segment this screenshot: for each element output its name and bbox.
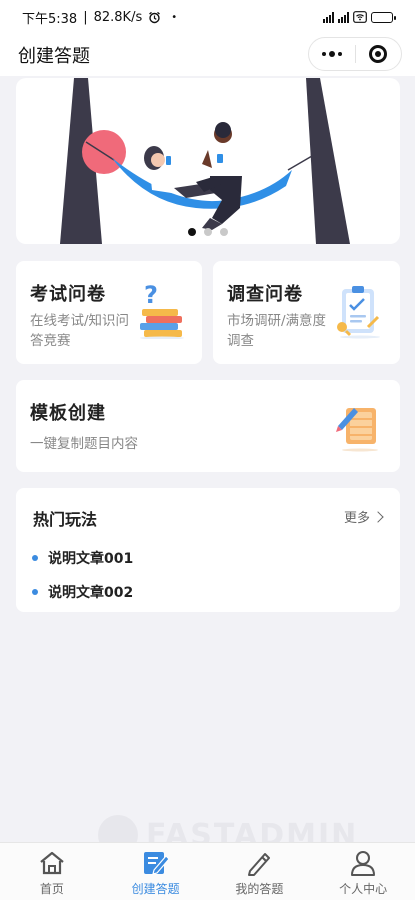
survey-card-title: 调查问卷 — [227, 284, 303, 305]
hot-item-label: 说明文章001 — [48, 551, 134, 567]
books-question-icon: ? — [140, 281, 184, 339]
tab-home-label: 首页 — [39, 882, 64, 896]
tab-bar: 首页 创建答题 我的答题 个人中心 — [0, 842, 415, 900]
carousel-indicators — [16, 228, 400, 236]
home-icon — [40, 851, 64, 875]
tab-my-quiz-label: 我的答题 — [235, 882, 284, 896]
more-dots-icon — [321, 51, 342, 57]
page-title: 创建答题 — [18, 46, 90, 67]
template-card-desc: 一键复制题目内容 — [30, 436, 138, 452]
signal-icon-2 — [338, 11, 349, 23]
notification-dot-icon: • — [171, 11, 178, 23]
template-card-title: 模板创建 — [30, 403, 106, 424]
close-mini-program-button[interactable] — [356, 38, 402, 70]
status-bar: 下午5:38 | 82.8K/s • — [0, 0, 415, 34]
user-icon — [351, 851, 376, 876]
bullet-icon — [32, 589, 38, 595]
tab-create-quiz-label: 创建答题 — [131, 882, 180, 896]
carousel-dot[interactable] — [188, 228, 196, 236]
more-label: 更多 — [343, 511, 370, 526]
nav-bar: 创建答题 — [0, 34, 415, 76]
tab-profile-label: 个人中心 — [339, 882, 388, 896]
notebook-pen-icon — [336, 408, 378, 452]
wifi-icon — [353, 11, 367, 23]
status-separator: | — [83, 9, 88, 25]
template-create-card[interactable]: 模板创建 一键复制题目内容 — [16, 380, 400, 472]
hot-item-label: 说明文章002 — [48, 585, 134, 601]
target-close-icon — [369, 45, 388, 63]
hot-list-item[interactable]: 说明文章002 — [32, 575, 384, 609]
battery-icon — [371, 11, 396, 23]
hot-section: 热门玩法 更多 说明文章001 说明文章002 — [16, 488, 400, 612]
more-menu-button[interactable] — [309, 38, 355, 70]
clipboard-check-icon — [337, 286, 380, 339]
tab-create-quiz[interactable]: 创建答题 — [104, 843, 208, 900]
bullet-icon — [32, 555, 38, 561]
hot-section-title: 热门玩法 — [33, 510, 98, 529]
banner-carousel[interactable] — [16, 78, 400, 244]
status-speed: 82.8K/s — [93, 9, 143, 25]
carousel-dot[interactable] — [204, 228, 212, 236]
hammock-illustration — [60, 78, 350, 244]
hot-list: 说明文章001 说明文章002 — [32, 541, 384, 609]
tab-home[interactable]: 首页 — [0, 843, 104, 900]
pencil-icon — [248, 853, 271, 876]
svg-text:?: ? — [144, 281, 158, 309]
more-link[interactable]: 更多 — [343, 507, 384, 526]
mini-program-capsule — [308, 37, 402, 71]
tab-profile[interactable]: 个人中心 — [311, 843, 415, 900]
status-time: 下午5:38 — [22, 11, 78, 27]
alarm-icon — [149, 11, 161, 23]
hot-list-item[interactable]: 说明文章001 — [32, 541, 384, 575]
signal-icon-1 — [323, 11, 334, 23]
exam-questionnaire-card[interactable]: 考试问卷 在线考试/知识问答竞赛 ? — [16, 261, 202, 364]
tab-my-quiz[interactable]: 我的答题 — [208, 843, 312, 900]
survey-card-desc: 市场调研/满意度调查 — [227, 313, 327, 349]
chevron-right-icon — [372, 510, 384, 523]
survey-questionnaire-card[interactable]: 调查问卷 市场调研/满意度调查 — [213, 261, 400, 364]
exam-card-desc: 在线考试/知识问答竞赛 — [30, 313, 130, 349]
carousel-dot[interactable] — [220, 228, 228, 236]
exam-card-title: 考试问卷 — [30, 284, 106, 305]
edit-icon — [143, 852, 170, 875]
